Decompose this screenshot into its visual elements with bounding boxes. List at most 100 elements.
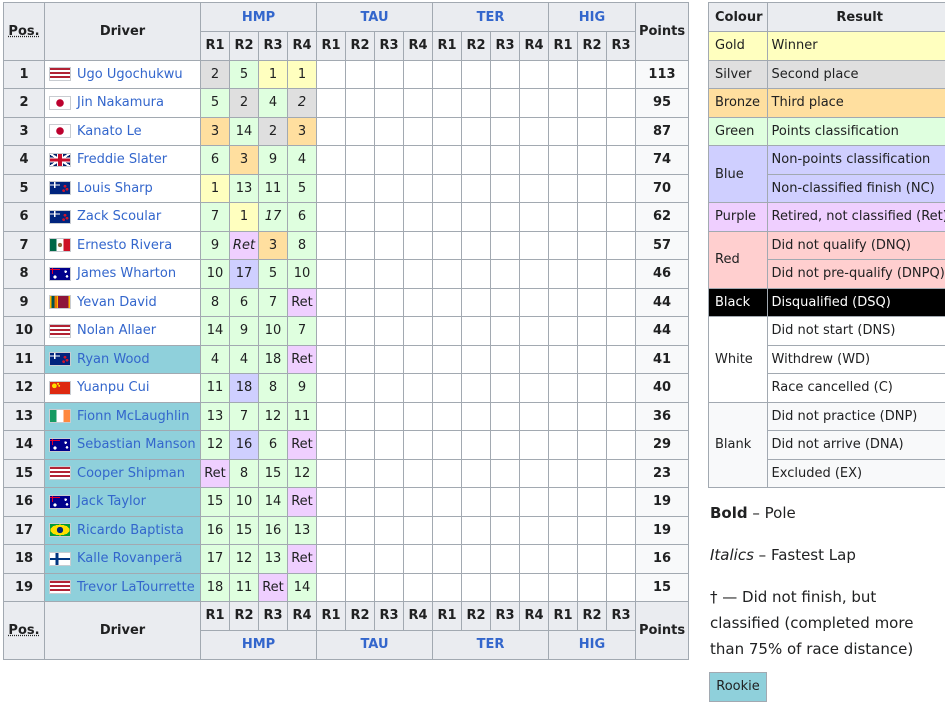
- driver-cell: Trevor LaTourrette: [44, 572, 201, 602]
- colour-key-table: Colour Result Gold Winner Silver Second pla…: [708, 2, 945, 488]
- header-round-hig-r1: R1: [548, 31, 578, 61]
- row-position: 1: [3, 59, 45, 89]
- driver-link[interactable]: Ernesto Rivera: [77, 238, 172, 253]
- driver-link[interactable]: Nolan Allaer: [77, 323, 156, 338]
- result-cell-empty: [519, 202, 549, 232]
- driver-link[interactable]: Yuanpu Cui: [77, 380, 149, 395]
- result-cell-empty: [606, 515, 636, 545]
- header-pos[interactable]: Pos.: [3, 2, 45, 61]
- footer-round-tau-r1: R1: [316, 601, 346, 631]
- footer-points: Points: [635, 601, 689, 660]
- result-cell-empty: [316, 373, 346, 403]
- driver-link[interactable]: Jack Taylor: [77, 494, 146, 509]
- result-cell-empty: [577, 344, 607, 374]
- result-cell-empty: [548, 316, 578, 346]
- result-cell: 6: [287, 202, 317, 232]
- footer-event-tau[interactable]: TAU: [316, 629, 433, 660]
- result-cell: 18: [258, 344, 288, 374]
- row-points: 16: [635, 544, 689, 574]
- result-cell-empty: [374, 88, 404, 118]
- driver-link[interactable]: Jin Nakamura: [77, 95, 164, 110]
- row-position: 6: [3, 202, 45, 232]
- result-cell: 7: [258, 287, 288, 317]
- driver-cell: Yevan David: [44, 287, 201, 317]
- footer-event-hig[interactable]: HIG: [548, 629, 636, 660]
- result-cell-empty: [461, 373, 491, 403]
- result-cell: 15: [229, 515, 259, 545]
- driver-link[interactable]: Freddie Slater: [77, 152, 167, 167]
- result-cell-empty: [461, 259, 491, 289]
- footer-pos[interactable]: Pos.: [3, 601, 45, 660]
- footer-event-ter[interactable]: TER: [432, 629, 549, 660]
- driver-link[interactable]: Louis Sharp: [77, 181, 153, 196]
- result-cell-empty: [432, 401, 462, 431]
- result-cell-empty: [316, 572, 346, 602]
- result-cell-empty: [606, 544, 636, 574]
- driver-link[interactable]: Cooper Shipman: [77, 466, 185, 481]
- row-points: 41: [635, 344, 689, 374]
- new-zealand-flag-icon: [49, 209, 71, 224]
- key-row: Gold Winner: [708, 31, 945, 61]
- result-cell: 5: [200, 88, 230, 118]
- header-driver: Driver: [44, 2, 201, 61]
- result-cell-empty: [519, 373, 549, 403]
- result-cell-empty: [490, 116, 520, 146]
- driver-link[interactable]: Kanato Le: [77, 124, 142, 139]
- row-points: 70: [635, 173, 689, 203]
- result-cell-empty: [432, 430, 462, 460]
- row-position: 16: [3, 487, 45, 517]
- row-position: 10: [3, 316, 45, 346]
- footer-round-hmp-r2: R2: [229, 601, 259, 631]
- result-cell: 7: [200, 202, 230, 232]
- row-position: 18: [3, 544, 45, 574]
- row-position: 2: [3, 88, 45, 118]
- header-round-ter-r1: R1: [432, 31, 462, 61]
- result-cell-empty: [461, 173, 491, 203]
- header-event-hmp[interactable]: HMP: [200, 2, 317, 32]
- result-cell-empty: [374, 287, 404, 317]
- result-cell-empty: [432, 373, 462, 403]
- driver-link[interactable]: Kalle Rovanperä: [77, 551, 182, 566]
- key-row: Blank Did not practice (DNP): [708, 401, 945, 488]
- row-position: 12: [3, 373, 45, 403]
- result-cell-empty: [461, 116, 491, 146]
- header-event-tau[interactable]: TAU: [316, 2, 433, 32]
- footer-event-hmp[interactable]: HMP: [200, 629, 317, 660]
- driver-cell: Cooper Shipman: [44, 458, 201, 488]
- driver-link[interactable]: Trevor LaTourrette: [77, 580, 195, 595]
- us-flag-icon: [49, 67, 71, 82]
- result-cell-empty: [548, 116, 578, 146]
- key-colour-blank: Blank: [708, 401, 768, 488]
- result-cell-empty: [548, 173, 578, 203]
- result-cell-empty: [548, 430, 578, 460]
- driver-link[interactable]: Yevan David: [77, 295, 157, 310]
- driver-link[interactable]: Zack Scoular: [77, 209, 161, 224]
- result-cell-empty: [490, 373, 520, 403]
- result-cell-empty: [403, 401, 433, 431]
- row-points: 46: [635, 259, 689, 289]
- result-cell-empty: [606, 458, 636, 488]
- result-cell-empty: [374, 373, 404, 403]
- driver-link[interactable]: Ugo Ugochukwu: [77, 67, 183, 82]
- footer-round-ter-r3: R3: [490, 601, 520, 631]
- result-cell-empty: [316, 259, 346, 289]
- driver-link[interactable]: Sebastian Manson: [77, 437, 196, 452]
- driver-cell: Jin Nakamura: [44, 88, 201, 118]
- result-cell-empty: [316, 458, 346, 488]
- result-cell-empty: [577, 259, 607, 289]
- result-cell-empty: [548, 145, 578, 175]
- header-event-hig[interactable]: HIG: [548, 2, 636, 32]
- result-cell-empty: [548, 373, 578, 403]
- driver-link[interactable]: Ryan Wood: [77, 352, 150, 367]
- driver-link[interactable]: Fionn McLaughlin: [77, 409, 189, 424]
- driver-link[interactable]: Ricardo Baptista: [77, 523, 184, 538]
- result-cell: 12: [258, 401, 288, 431]
- result-cell-empty: [461, 88, 491, 118]
- row-position: 9: [3, 287, 45, 317]
- result-cell-empty: [490, 344, 520, 374]
- driver-link[interactable]: James Wharton: [77, 266, 176, 281]
- header-event-ter[interactable]: TER: [432, 2, 549, 32]
- result-cell-empty: [461, 287, 491, 317]
- result-cell-empty: [345, 287, 375, 317]
- header-round-tau-r3: R3: [374, 31, 404, 61]
